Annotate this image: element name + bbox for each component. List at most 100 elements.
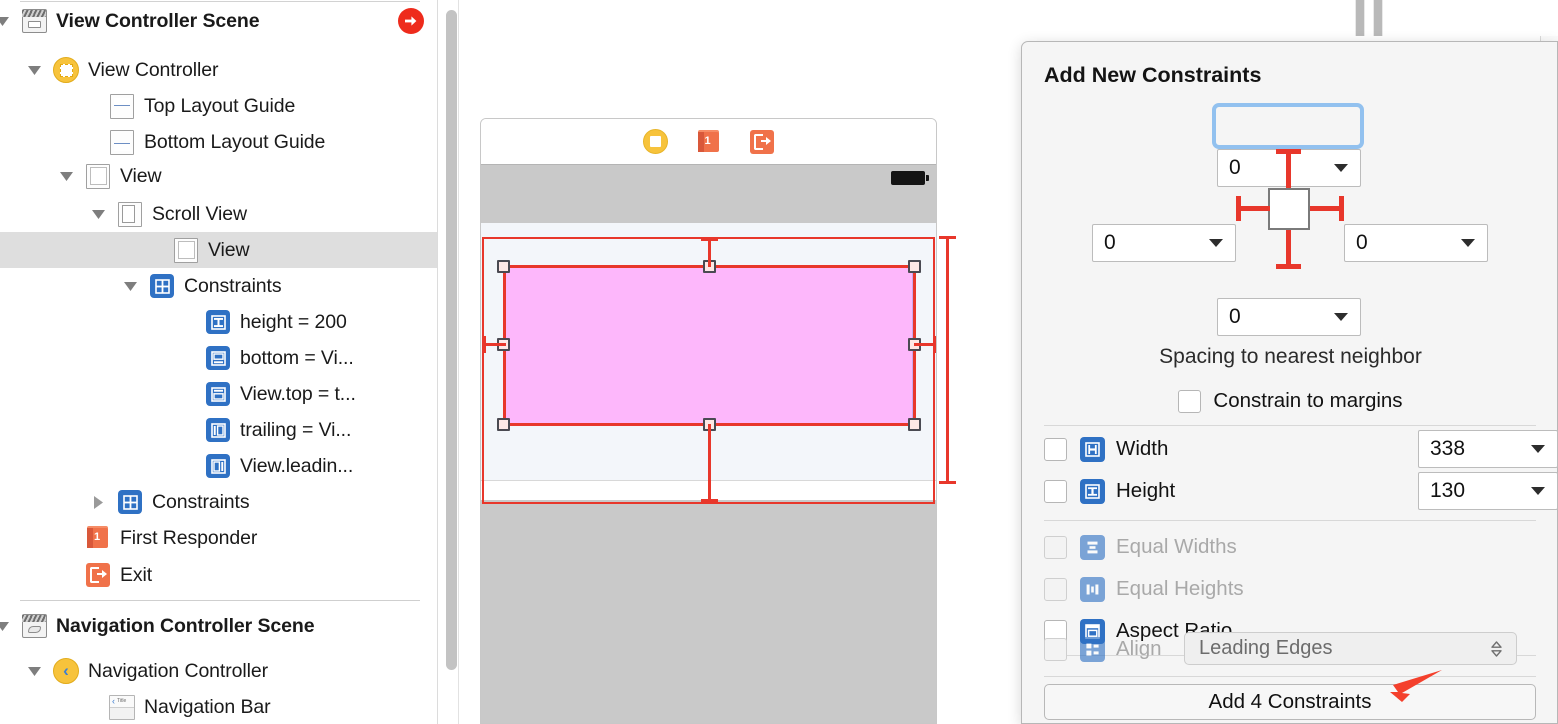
popover-divider-4 xyxy=(1044,676,1536,677)
scene-icon xyxy=(20,7,48,35)
chevron-down-icon[interactable] xyxy=(1461,239,1475,247)
disclosure-triangle-closed-icon[interactable] xyxy=(88,484,108,520)
constrain-to-margins-label: Constrain to margins xyxy=(1213,389,1403,412)
spacing-trailing-stepper[interactable]: 0 xyxy=(1344,224,1488,262)
width-value: 338 xyxy=(1430,437,1466,460)
outline-row[interactable]: Bottom Layout Guide xyxy=(0,124,438,160)
constraints-icon xyxy=(116,488,144,516)
outline-row[interactable]: bottom = Vi... xyxy=(0,340,438,376)
outline-row[interactable]: Constraints xyxy=(0,484,438,520)
spacing-trailing-value: 0 xyxy=(1356,231,1368,254)
storyboard-canvas[interactable]: 1 xyxy=(458,0,1020,724)
disclosure-triangle-open-icon[interactable] xyxy=(88,196,108,232)
spacing-bottom-stepper[interactable]: 0 xyxy=(1217,298,1361,336)
outline-row[interactable]: View.leadin... xyxy=(0,448,438,484)
outline-row[interactable]: View xyxy=(0,158,438,194)
outline-row[interactable]: Scroll View xyxy=(0,196,438,232)
stepper-arrows-icon[interactable] xyxy=(1490,640,1503,658)
outline-row[interactable]: View Controller Scene xyxy=(0,3,438,39)
outline-row-label: Constraints xyxy=(184,274,282,297)
outline-row[interactable]: View.top = t... xyxy=(0,376,438,412)
height-checkbox[interactable] xyxy=(1044,479,1067,503)
disclosure-triangle-open-icon[interactable] xyxy=(24,52,44,88)
spacing-connector-leading[interactable] xyxy=(1236,196,1270,221)
outline-top-separator xyxy=(20,1,420,2)
outline-row-label: View.leadin... xyxy=(240,454,354,477)
constraint-line-sv-bottom xyxy=(482,502,935,504)
spacing-caption: Spacing to nearest neighbor xyxy=(1159,345,1422,368)
add-constraints-button[interactable]: Add 4 Constraints xyxy=(1044,684,1536,720)
width-constraint-row[interactable]: Width 338 xyxy=(1044,428,1558,470)
spacing-leading-value: 0 xyxy=(1104,231,1116,254)
chevron-down-icon[interactable] xyxy=(1334,164,1348,172)
disclosure-triangle-open-icon[interactable] xyxy=(0,608,12,644)
outline-row[interactable]: View Controller xyxy=(0,52,438,88)
constraint-leading-icon xyxy=(204,452,232,480)
scene-dock: 1 xyxy=(481,119,936,164)
spacing-leading-stepper[interactable]: 0 xyxy=(1092,224,1236,262)
outline-row[interactable]: ‹ Navigation Controller xyxy=(0,653,438,689)
view-controller-dock-icon[interactable] xyxy=(642,128,669,155)
align-row: Align xyxy=(1044,628,1184,670)
disclosure-triangle-open-icon[interactable] xyxy=(0,3,12,39)
spacing-connector-trailing[interactable] xyxy=(1310,196,1344,221)
bottom-layout-guide-icon xyxy=(108,128,136,156)
height-measure-gauge xyxy=(939,236,956,484)
exit-icon xyxy=(84,561,112,589)
outline-row[interactable]: ‹ Title Navigation Bar xyxy=(0,689,438,724)
align-icon xyxy=(1080,636,1105,662)
spacing-connector-top[interactable] xyxy=(1276,149,1301,188)
top-layout-guide-icon xyxy=(108,92,136,120)
height-constraint-icon xyxy=(1080,478,1105,504)
outline-row[interactable]: View xyxy=(0,232,438,268)
constraints-icon xyxy=(148,272,176,300)
outline-row[interactable]: 1 First Responder xyxy=(0,520,438,556)
disclosure-triangle-open-icon[interactable] xyxy=(120,268,140,304)
constraint-trailing-icon xyxy=(204,416,232,444)
initial-view-controller-badge[interactable] xyxy=(398,8,424,34)
resize-handle-bottom-right[interactable] xyxy=(908,418,921,431)
constraint-line-sv-right xyxy=(933,237,935,504)
outline-row[interactable]: Navigation Controller Scene xyxy=(0,608,438,644)
outline-row[interactable]: Constraints xyxy=(0,268,438,304)
view-controller-scene-canvas[interactable]: 1 xyxy=(480,118,937,724)
outline-row[interactable]: Top Layout Guide xyxy=(0,88,438,124)
height-constraint-row[interactable]: Height 130 xyxy=(1044,470,1558,512)
toolbar-segment-fragment[interactable] xyxy=(1355,0,1387,36)
resize-handle-top-right[interactable] xyxy=(908,260,921,273)
outline-row[interactable]: trailing = Vi... xyxy=(0,412,438,448)
view-controller-icon xyxy=(52,56,80,84)
outline-row[interactable]: Exit xyxy=(0,557,438,593)
spacing-connector-bottom[interactable] xyxy=(1276,230,1301,269)
disclosure-triangle-open-icon[interactable] xyxy=(24,653,44,689)
height-value-stepper[interactable]: 130 xyxy=(1418,472,1558,510)
add-constraints-label: Add 4 Constraints xyxy=(1208,690,1372,713)
canvas-left-border xyxy=(458,0,459,724)
equal-heights-icon xyxy=(1080,576,1105,602)
equal-widths-icon xyxy=(1080,534,1105,560)
exit-dock-icon[interactable] xyxy=(749,129,775,155)
first-responder-dock-icon[interactable]: 1 xyxy=(696,129,722,155)
outline-row-label: bottom = Vi... xyxy=(240,346,354,369)
constrain-to-margins-row[interactable]: Constrain to margins xyxy=(1022,386,1558,416)
chevron-down-icon[interactable] xyxy=(1209,239,1223,247)
chevron-down-icon[interactable] xyxy=(1531,445,1545,453)
selected-view[interactable] xyxy=(505,267,913,425)
battery-icon xyxy=(891,171,929,185)
outline-row[interactable]: height = 200 xyxy=(0,304,438,340)
width-checkbox[interactable] xyxy=(1044,437,1067,461)
chevron-down-icon[interactable] xyxy=(1334,313,1348,321)
scene-divider xyxy=(20,600,420,601)
align-option-select[interactable]: Leading Edges xyxy=(1184,632,1517,665)
canvas-lower-grey-area xyxy=(481,500,936,723)
constrain-to-margins-checkbox[interactable] xyxy=(1178,389,1202,413)
width-value-stepper[interactable]: 338 xyxy=(1418,430,1558,468)
outline-vertical-scrollbar[interactable] xyxy=(446,10,457,670)
align-checkbox xyxy=(1044,637,1067,661)
constraint-bottom-icon xyxy=(204,344,232,372)
disclosure-triangle-open-icon[interactable] xyxy=(56,158,76,194)
resize-handle-bottom-left[interactable] xyxy=(497,418,510,431)
resize-handle-top-left[interactable] xyxy=(497,260,510,273)
chevron-down-icon[interactable] xyxy=(1531,487,1545,495)
